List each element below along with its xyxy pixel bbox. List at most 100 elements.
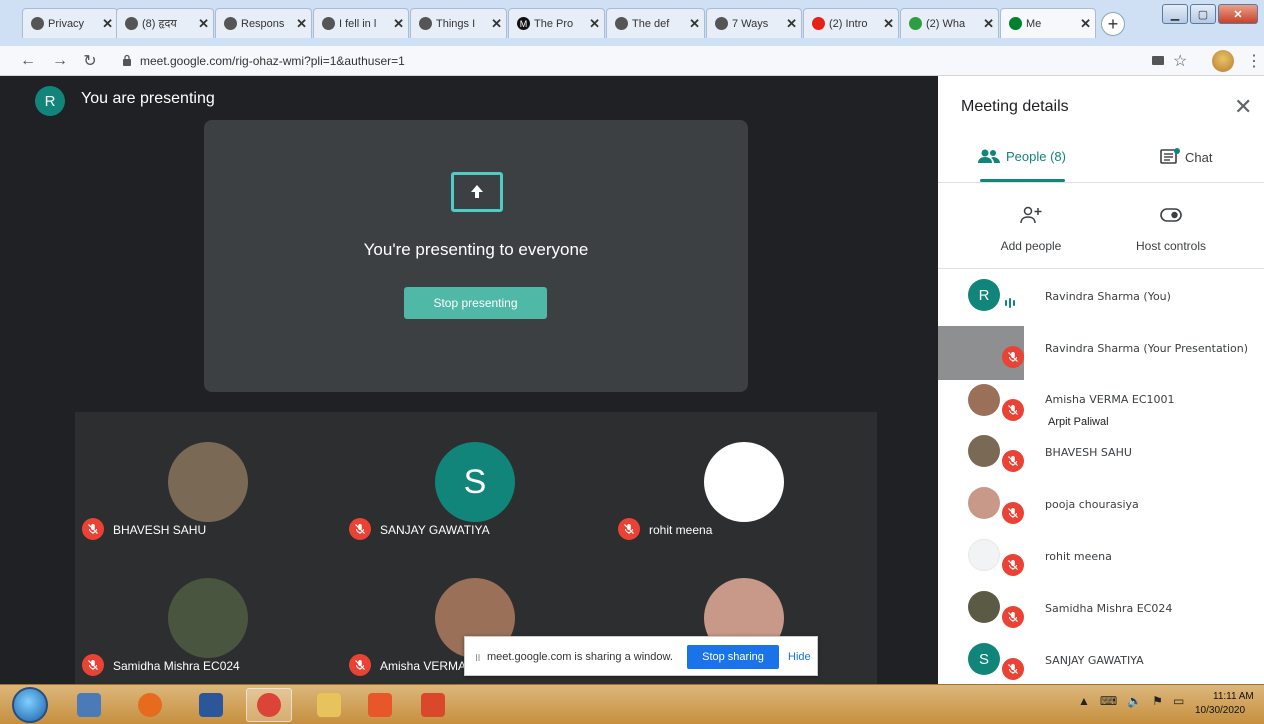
add-people-button[interactable]: Add people — [978, 200, 1084, 253]
browser-tab[interactable]: M The Pro ✕ — [508, 8, 605, 38]
browser-tab-title: Me — [1026, 17, 1042, 30]
taskbar-chrome-button[interactable] — [246, 688, 292, 722]
participant-row[interactable]: R Ravindra Sharma (You) — [938, 276, 1264, 326]
tab-chat[interactable]: Chat — [1160, 148, 1212, 166]
tab-close-icon[interactable]: ✕ — [393, 16, 404, 32]
host-controls-button[interactable]: Host controls — [1116, 200, 1226, 253]
muted-mic-icon — [1002, 450, 1024, 472]
taskbar-explorer-button[interactable] — [306, 688, 352, 722]
participant-avatar — [968, 487, 1000, 519]
taskbar-word-button[interactable] — [188, 688, 234, 722]
browser-menu-icon[interactable]: ⋮ — [1246, 51, 1262, 71]
muted-mic-icon — [618, 518, 640, 540]
muted-mic-icon — [1002, 554, 1024, 576]
start-button[interactable] — [12, 687, 48, 723]
profile-avatar[interactable] — [1212, 50, 1234, 72]
participant-row[interactable]: Ravindra Sharma (Your Presentation) — [938, 326, 1264, 380]
browser-tab[interactable]: (2) Intro ✕ — [803, 8, 899, 38]
close-panel-icon[interactable]: ✕ — [1234, 94, 1252, 120]
participant-name: Samidha Mishra EC024 — [1045, 602, 1173, 615]
participant-row[interactable]: S SANJAY GAWATIYA — [938, 640, 1264, 690]
tab-close-icon[interactable]: ✕ — [102, 16, 113, 32]
browser-tab[interactable]: Privacy ✕ — [22, 8, 118, 38]
browser-toolbar: ← → ↻ meet.google.com/rig-ohaz-wmi?pli=1… — [0, 46, 1264, 76]
participant-name: BHAVESH SAHU — [1045, 446, 1132, 459]
new-tab-button[interactable]: + — [1101, 12, 1125, 36]
participant-name: SANJAY GAWATIYA — [1045, 654, 1144, 667]
hide-link[interactable]: Hide — [788, 651, 811, 663]
tab-close-icon[interactable]: ✕ — [1080, 16, 1091, 32]
muted-mic-icon — [1002, 502, 1024, 524]
tab-close-icon[interactable]: ✕ — [491, 16, 502, 32]
browser-tab-title: (2) Wha — [926, 17, 966, 30]
keyboard-icon[interactable]: ⌨ — [1100, 694, 1117, 708]
drag-handle-icon[interactable]: ॥ — [474, 650, 481, 665]
volume-icon[interactable]: 🔈 — [1127, 694, 1142, 708]
browser-tab[interactable]: (2) Wha ✕ — [900, 8, 999, 38]
taskbar-firefox-button[interactable] — [127, 688, 173, 722]
tab-close-icon[interactable]: ✕ — [786, 16, 797, 32]
tab-people[interactable]: People (8) — [978, 148, 1066, 164]
participant-row[interactable]: pooja chourasiya — [938, 484, 1264, 534]
muted-mic-icon — [1002, 399, 1024, 421]
tab-close-icon[interactable]: ✕ — [589, 16, 600, 32]
browser-tab[interactable]: I fell in l ✕ — [313, 8, 409, 38]
tray-arrow-icon[interactable]: ▲ — [1078, 694, 1090, 708]
taskbar-recorder-button[interactable] — [410, 688, 456, 722]
participant-avatar — [968, 591, 1000, 623]
participant-avatar: R — [968, 279, 1000, 311]
stop-presenting-button[interactable]: Stop presenting — [404, 287, 547, 319]
add-person-icon — [1016, 200, 1046, 230]
sharing-notification-bar: ॥ meet.google.com is sharing a window. S… — [464, 636, 818, 676]
forward-icon[interactable]: → — [50, 51, 70, 71]
clock-time[interactable]: 11:11 AM — [1213, 691, 1254, 702]
tab-close-icon[interactable]: ✕ — [689, 16, 700, 32]
participant-row[interactable]: BHAVESH SAHU — [938, 432, 1264, 482]
recorder-icon — [421, 693, 445, 717]
system-tray: ▲ ⌨ 🔈 ⚑ ▭ — [1078, 694, 1184, 708]
tab-chat-label: Chat — [1185, 149, 1213, 165]
windows-taskbar: ▲ ⌨ 🔈 ⚑ ▭ 11:11 AM 10/30/2020 — [0, 684, 1264, 724]
browser-tab[interactable]: Me ✕ — [1000, 8, 1096, 38]
participant-name: Amisha VERMA EC1001 — [1045, 393, 1175, 406]
browser-tab[interactable]: (8) हृदय ✕ — [116, 8, 214, 38]
globe-favicon-icon — [224, 17, 237, 30]
window-close-button[interactable]: ✕ — [1218, 4, 1258, 24]
participant-tile-name: SANJAY GAWATIYA — [380, 523, 490, 537]
globe-favicon-icon — [31, 17, 44, 30]
taskbar-pdf-button[interactable] — [357, 688, 403, 722]
tab-close-icon[interactable]: ✕ — [296, 16, 307, 32]
back-icon[interactable]: ← — [18, 51, 38, 71]
presenting-message: You're presenting to everyone — [363, 240, 589, 259]
bookmark-star-icon[interactable]: ☆ — [1173, 51, 1187, 71]
clock-date[interactable]: 10/30/2020 — [1195, 705, 1245, 716]
reload-icon[interactable]: ↻ — [80, 51, 100, 71]
taskbar-ie-button[interactable] — [66, 688, 112, 722]
address-bar-url[interactable]: meet.google.com/rig-ohaz-wmi?pli=1&authu… — [140, 54, 405, 68]
browser-tab-title: (8) हृदय — [142, 18, 177, 30]
tab-close-icon[interactable]: ✕ — [983, 16, 994, 32]
meeting-details-panel: Meeting details ✕ People (8) Chat Add pe… — [938, 76, 1264, 684]
participant-row[interactable]: Samidha Mishra EC024 — [938, 588, 1264, 638]
browser-tab[interactable]: Respons ✕ — [215, 8, 312, 38]
participant-tooltip: Arpit Paliwal — [1048, 416, 1109, 428]
add-people-label: Add people — [1000, 239, 1062, 253]
network-icon[interactable]: ▭ — [1173, 694, 1184, 708]
tab-close-icon[interactable]: ✕ — [198, 16, 209, 32]
flag-icon[interactable]: ⚑ — [1152, 694, 1163, 708]
maximize-button[interactable]: ▢ — [1190, 4, 1216, 24]
chrome-icon — [257, 693, 281, 717]
browser-tab-title: I fell in l — [339, 17, 377, 30]
participant-photo: S — [435, 442, 515, 522]
participant-row[interactable]: rohit meena — [938, 536, 1264, 586]
word-icon — [199, 693, 223, 717]
globe-favicon-icon — [615, 17, 628, 30]
tab-close-icon[interactable]: ✕ — [883, 16, 894, 32]
minimize-button[interactable]: ▁ — [1162, 4, 1188, 24]
stop-sharing-button[interactable]: Stop sharing — [687, 645, 779, 669]
browser-tab[interactable]: 7 Ways ✕ — [706, 8, 802, 38]
browser-tab[interactable]: The def ✕ — [606, 8, 705, 38]
tab-people-label: People (8) — [1006, 148, 1066, 164]
camera-in-use-icon[interactable] — [1152, 56, 1164, 65]
browser-tab[interactable]: Things I ✕ — [410, 8, 507, 38]
